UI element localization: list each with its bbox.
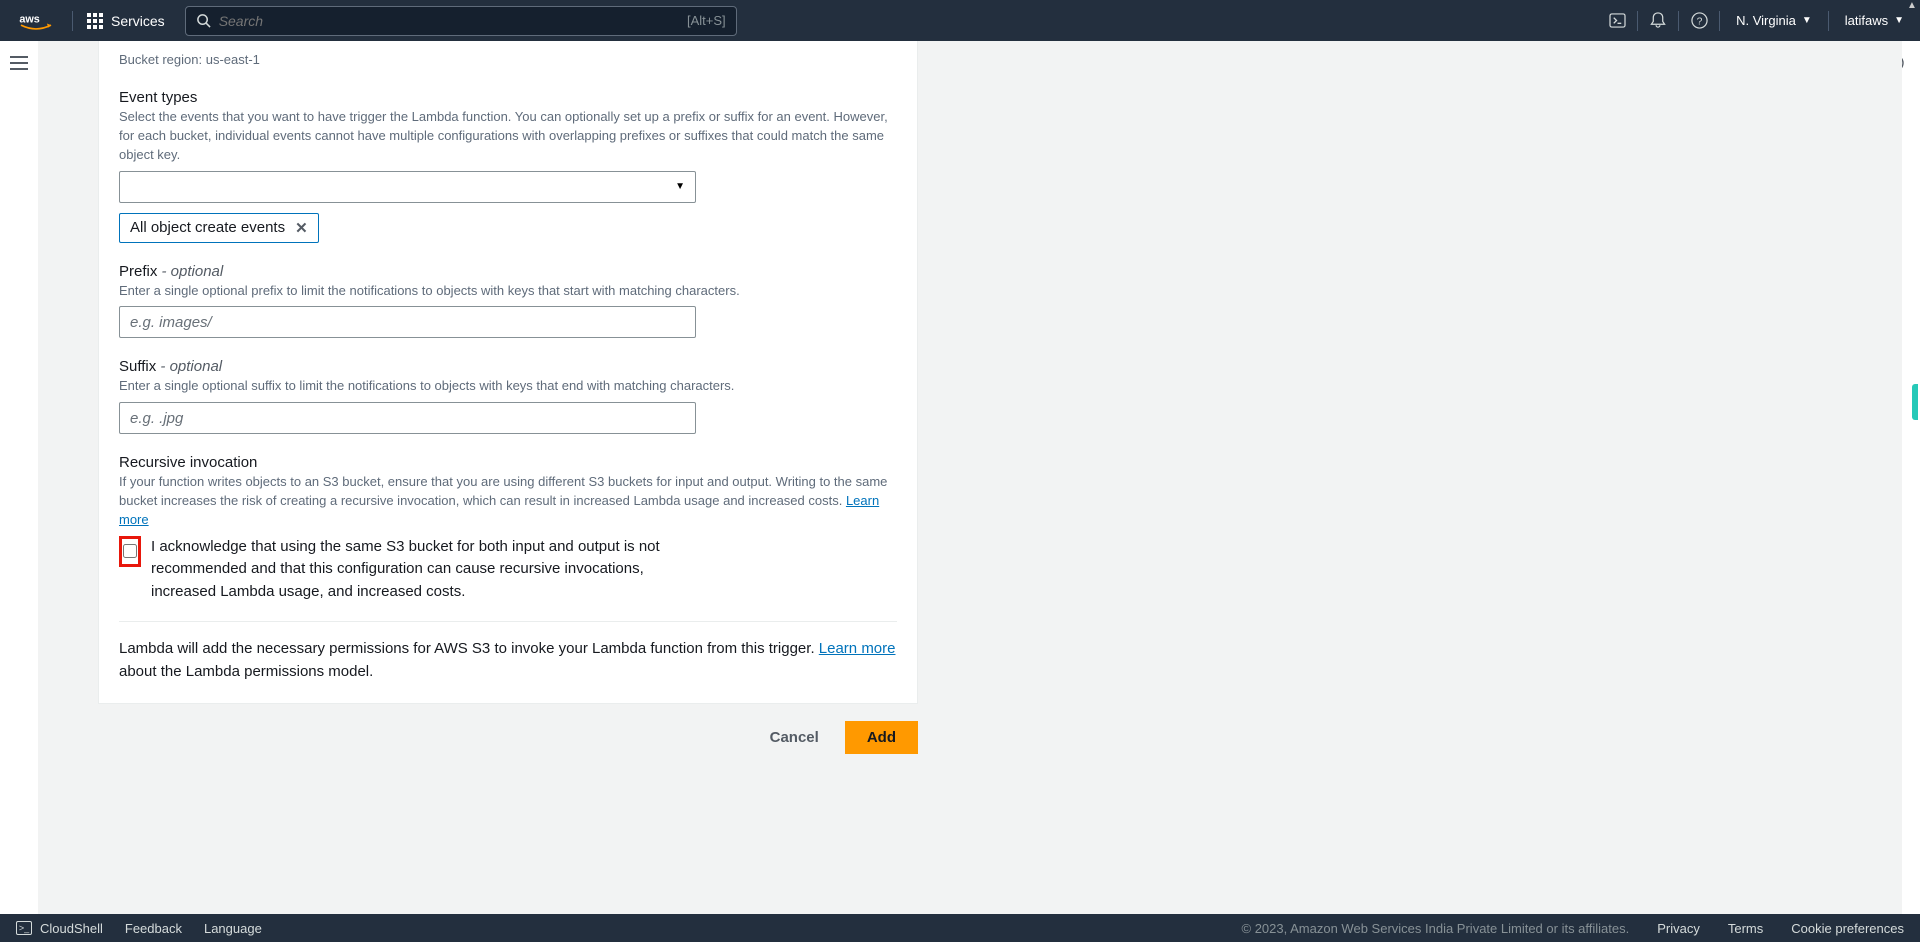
region-label: N. Virginia <box>1736 13 1796 28</box>
prefix-desc: Enter a single optional prefix to limit … <box>119 282 897 301</box>
svg-text:aws: aws <box>19 13 39 25</box>
grid-icon <box>87 13 103 29</box>
event-types-label: Event types <box>119 89 897 106</box>
recursive-ack-label: I acknowledge that using the same S3 buc… <box>151 536 699 604</box>
chip-remove-icon[interactable]: ✕ <box>295 219 308 237</box>
search-box[interactable]: [Alt+S] <box>185 6 737 36</box>
privacy-link[interactable]: Privacy <box>1657 921 1700 936</box>
cloudshell-label: CloudShell <box>40 921 103 936</box>
form-actions: Cancel Add <box>98 721 918 754</box>
chevron-down-icon: ▼ <box>1894 15 1904 26</box>
chevron-down-icon: ▼ <box>675 181 685 192</box>
terms-link[interactable]: Terms <box>1728 921 1763 936</box>
cloudshell-icon[interactable] <box>1597 0 1637 41</box>
prefix-input[interactable] <box>119 306 696 338</box>
main-content: Bucket region: us-east-1 Event types Sel… <box>38 41 1902 914</box>
add-button[interactable]: Add <box>845 721 918 754</box>
checkbox-highlight <box>119 536 141 567</box>
cloudshell-link[interactable]: >_ CloudShell <box>16 921 103 936</box>
services-menu[interactable]: Services <box>73 13 179 29</box>
prefix-label: Prefix - optional <box>119 263 897 280</box>
permissions-note: Lambda will add the necessary permission… <box>119 638 897 683</box>
help-icon[interactable]: ? <box>1679 0 1719 41</box>
event-types-desc: Select the events that you want to have … <box>119 108 897 165</box>
terminal-icon: >_ <box>16 921 32 935</box>
svg-text:?: ? <box>1696 16 1702 27</box>
sidebar-toggle[interactable] <box>10 52 28 74</box>
chip-label: All object create events <box>130 219 285 236</box>
copyright-text: © 2023, Amazon Web Services India Privat… <box>1242 921 1630 936</box>
language-link[interactable]: Language <box>204 921 262 936</box>
feedback-link[interactable]: Feedback <box>125 921 182 936</box>
permissions-learn-more-link[interactable]: Learn more <box>819 640 896 657</box>
prefix-field: Prefix - optional Enter a single optiona… <box>119 263 897 339</box>
recursive-ack: I acknowledge that using the same S3 buc… <box>119 536 699 604</box>
scroll-up-icon[interactable]: ▲ <box>1906 0 1918 11</box>
event-type-chip: All object create events ✕ <box>119 213 319 243</box>
divider <box>119 621 897 622</box>
recursive-field: Recursive invocation If your function wr… <box>119 454 897 603</box>
side-panel-handle[interactable] <box>1912 384 1918 420</box>
event-types-dropdown[interactable]: ▼ <box>119 171 696 203</box>
search-shortcut: [Alt+S] <box>687 13 726 28</box>
suffix-field: Suffix - optional Enter a single optiona… <box>119 358 897 434</box>
bucket-region-note: Bucket region: us-east-1 <box>119 52 897 67</box>
recursive-desc: If your function writes objects to an S3… <box>119 473 897 530</box>
suffix-input[interactable] <box>119 402 696 434</box>
region-selector[interactable]: N. Virginia ▼ <box>1720 0 1828 41</box>
trigger-config-panel: Bucket region: us-east-1 Event types Sel… <box>98 41 918 704</box>
suffix-desc: Enter a single optional suffix to limit … <box>119 377 897 396</box>
recursive-label: Recursive invocation <box>119 454 897 471</box>
notifications-icon[interactable] <box>1638 0 1678 41</box>
cancel-button[interactable]: Cancel <box>758 721 831 754</box>
user-label: latifaws <box>1845 13 1888 28</box>
cookies-link[interactable]: Cookie preferences <box>1791 921 1904 936</box>
search-icon <box>196 13 211 28</box>
event-types-field: Event types Select the events that you w… <box>119 89 897 243</box>
top-nav: aws Services [Alt+S] ? N. Virginia ▼ lati… <box>0 0 1920 41</box>
suffix-label: Suffix - optional <box>119 358 897 375</box>
bottom-bar: >_ CloudShell Feedback Language © 2023, … <box>0 914 1920 942</box>
chevron-down-icon: ▼ <box>1802 15 1812 26</box>
recursive-ack-checkbox[interactable] <box>123 544 137 558</box>
search-input[interactable] <box>219 13 687 29</box>
aws-logo[interactable]: aws <box>0 11 72 31</box>
services-label: Services <box>111 13 165 29</box>
